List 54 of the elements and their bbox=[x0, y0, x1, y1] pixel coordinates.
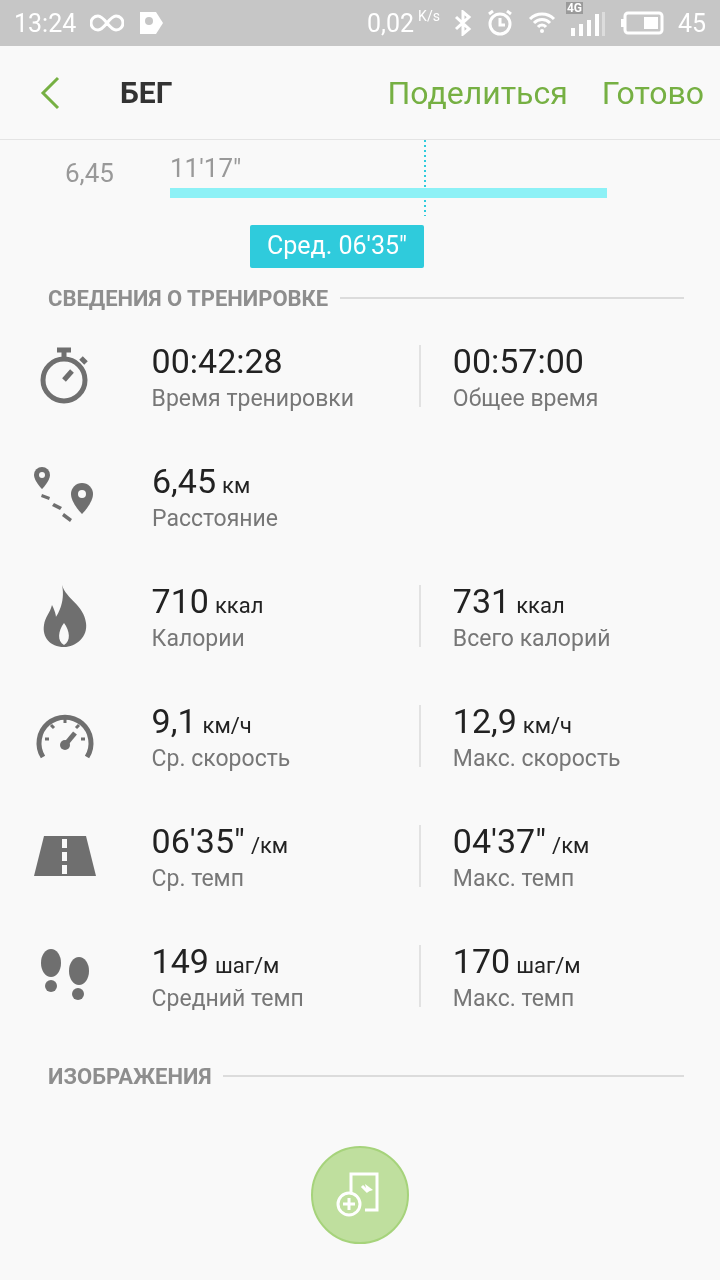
stat-label: Макс. темп bbox=[452, 984, 576, 1012]
stat-label: Калории bbox=[151, 624, 246, 652]
clock: 13:24 bbox=[14, 8, 77, 38]
stat-label: Время тренировки bbox=[151, 384, 356, 412]
infinity-icon bbox=[90, 14, 125, 32]
stat-label: Ср. скорость bbox=[151, 744, 292, 772]
done-button[interactable]: Готово bbox=[601, 73, 704, 112]
footprints-icon bbox=[38, 949, 91, 1003]
network-type: 4G bbox=[565, 2, 583, 14]
stat-unit: шаг/м bbox=[214, 952, 280, 978]
stat-unit: ккал bbox=[516, 592, 565, 618]
stat-value: 710 bbox=[151, 580, 209, 621]
tag-icon bbox=[138, 10, 165, 36]
stat-value: 06'35" bbox=[151, 820, 245, 861]
wifi-icon bbox=[527, 12, 556, 34]
stat-unit: шаг/м bbox=[516, 952, 581, 978]
stat-value: 170 bbox=[452, 940, 511, 981]
stat-label: Общее время bbox=[452, 384, 600, 412]
road-icon bbox=[33, 836, 96, 876]
stat-value: 04'37" bbox=[452, 820, 547, 861]
stat-value: 9,1 bbox=[151, 700, 197, 741]
stat-label: Ср. темп bbox=[151, 864, 245, 892]
section-title: ИЗОБРАЖЕНИЯ bbox=[48, 1063, 212, 1089]
stat-label: Макс. скорость bbox=[452, 744, 622, 772]
stat-label: Средний темп bbox=[151, 984, 305, 1012]
stat-value: 00:42:28 bbox=[151, 340, 283, 381]
route-icon bbox=[34, 467, 96, 525]
stat-value: 731 bbox=[452, 580, 511, 621]
network-speed: 0,02 bbox=[367, 8, 415, 38]
stat-unit: /км bbox=[552, 832, 590, 858]
stat-value: 12,9 bbox=[452, 700, 517, 741]
speed-unit: K/s bbox=[418, 8, 440, 24]
average-pace-tooltip: Сред. 06'35" bbox=[250, 225, 424, 268]
stat-label: Всего калорий bbox=[452, 624, 612, 652]
section-title: СВЕДЕНИЯ О ТРЕНИРОВКЕ bbox=[48, 285, 329, 311]
stat-value: 149 bbox=[151, 940, 209, 981]
alarm-icon bbox=[485, 9, 514, 37]
screen-title: БЕГ bbox=[120, 75, 174, 110]
stat-unit: ккал bbox=[214, 592, 264, 618]
stat-unit: км/ч bbox=[202, 712, 252, 738]
battery-level: 45 bbox=[677, 8, 706, 38]
distance-tick: 6,45 bbox=[65, 158, 114, 188]
battery-icon bbox=[619, 11, 664, 35]
stat-label: Расстояние bbox=[152, 504, 280, 532]
share-button[interactable]: Поделиться bbox=[387, 73, 568, 112]
bar-label: 11'17" bbox=[170, 153, 242, 183]
stat-unit: /км bbox=[250, 832, 289, 858]
bluetooth-icon bbox=[453, 10, 472, 36]
stat-label: Макс. темп bbox=[452, 864, 576, 892]
flame-icon bbox=[41, 585, 88, 647]
stat-unit: км/ч bbox=[522, 712, 573, 738]
stat-value: 6,45 bbox=[152, 460, 216, 501]
stat-unit: км bbox=[222, 472, 251, 498]
stat-value: 00:57:00 bbox=[452, 340, 584, 381]
